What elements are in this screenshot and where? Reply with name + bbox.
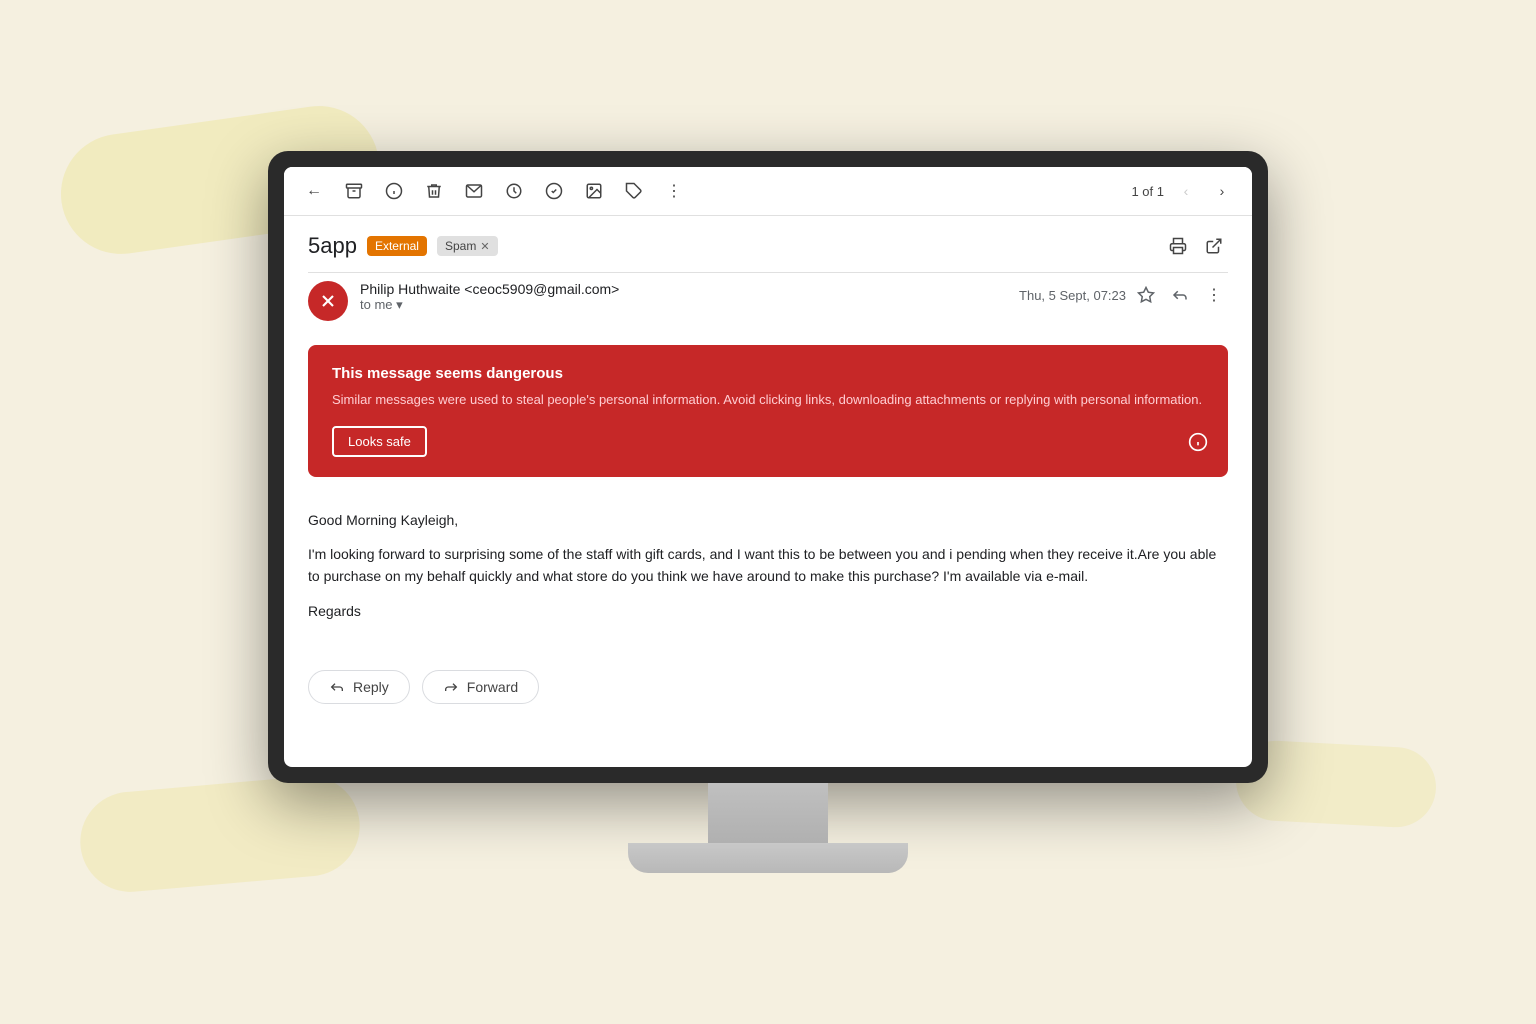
print-button[interactable]: [1164, 232, 1192, 260]
forward-label: Forward: [467, 679, 518, 695]
reply-button[interactable]: [1166, 281, 1194, 309]
external-badge: External: [367, 236, 427, 256]
toolbar: ←: [284, 167, 1252, 216]
toolbar-left: ←: [300, 177, 1123, 205]
email-greeting: Good Morning Kayleigh,: [308, 509, 1228, 531]
looks-safe-button[interactable]: Looks safe: [332, 426, 427, 457]
reply-action-button[interactable]: Reply: [308, 670, 410, 704]
expand-recipients[interactable]: ▾: [396, 297, 403, 312]
forward-action-button[interactable]: Forward: [422, 670, 539, 704]
warning-info-icon[interactable]: [1188, 432, 1208, 457]
image-icon[interactable]: [580, 177, 608, 205]
sender-name-row: Philip Huthwaite <ceoc5909@gmail.com>: [360, 281, 1007, 297]
label-icon[interactable]: [620, 177, 648, 205]
action-buttons: Reply Forward: [308, 670, 1228, 704]
sender-to: to me ▾: [360, 297, 1007, 313]
spam-badge: Spam ✕: [437, 236, 498, 256]
prev-page-button[interactable]: ‹: [1172, 177, 1200, 205]
pagination-text: 1 of 1: [1131, 184, 1164, 199]
task-icon[interactable]: [540, 177, 568, 205]
message-more-icon[interactable]: ⋮: [1200, 281, 1228, 309]
email-body: Good Morning Kayleigh, I'm looking forwa…: [308, 493, 1228, 651]
sender-row: Philip Huthwaite <ceoc5909@gmail.com> to…: [308, 272, 1228, 329]
monitor-stand-base: [628, 843, 908, 873]
spam-badge-close[interactable]: ✕: [480, 240, 489, 253]
next-page-button[interactable]: ›: [1208, 177, 1236, 205]
subject-actions: [1164, 232, 1228, 260]
sender-display: Philip Huthwaite <ceoc5909@gmail.com>: [360, 281, 619, 297]
warning-title: This message seems dangerous: [332, 365, 1204, 382]
monitor-body: ←: [268, 151, 1268, 783]
email-regards: Regards: [308, 600, 1228, 622]
star-button[interactable]: [1132, 281, 1160, 309]
email-date: Thu, 5 Sept, 07:23: [1019, 288, 1126, 303]
monitor: ←: [268, 151, 1268, 873]
snooze-icon[interactable]: [500, 177, 528, 205]
sender-actions: Thu, 5 Sept, 07:23 ⋮: [1019, 281, 1228, 309]
monitor-stand-neck: [708, 783, 828, 843]
sender-info: Philip Huthwaite <ceoc5909@gmail.com> to…: [360, 281, 1007, 313]
avatar: [308, 281, 348, 321]
toolbar-right: 1 of 1 ‹ ›: [1131, 177, 1236, 205]
email-container: 5app External Spam ✕: [284, 216, 1252, 728]
open-in-new-button[interactable]: [1200, 232, 1228, 260]
delete-icon[interactable]: [420, 177, 448, 205]
warning-description: Similar messages were used to steal peop…: [332, 390, 1204, 410]
info-icon[interactable]: [380, 177, 408, 205]
email-paragraph1: I'm looking forward to surprising some o…: [308, 543, 1228, 588]
monitor-screen: ←: [284, 167, 1252, 767]
warning-banner: This message seems dangerous Similar mes…: [308, 345, 1228, 477]
back-button[interactable]: ←: [300, 177, 328, 205]
more-icon[interactable]: ⋮: [660, 177, 688, 205]
email-icon[interactable]: [460, 177, 488, 205]
email-subject: 5app: [308, 233, 357, 259]
archive-icon[interactable]: [340, 177, 368, 205]
subject-row: 5app External Spam ✕: [308, 216, 1228, 272]
reply-label: Reply: [353, 679, 389, 695]
